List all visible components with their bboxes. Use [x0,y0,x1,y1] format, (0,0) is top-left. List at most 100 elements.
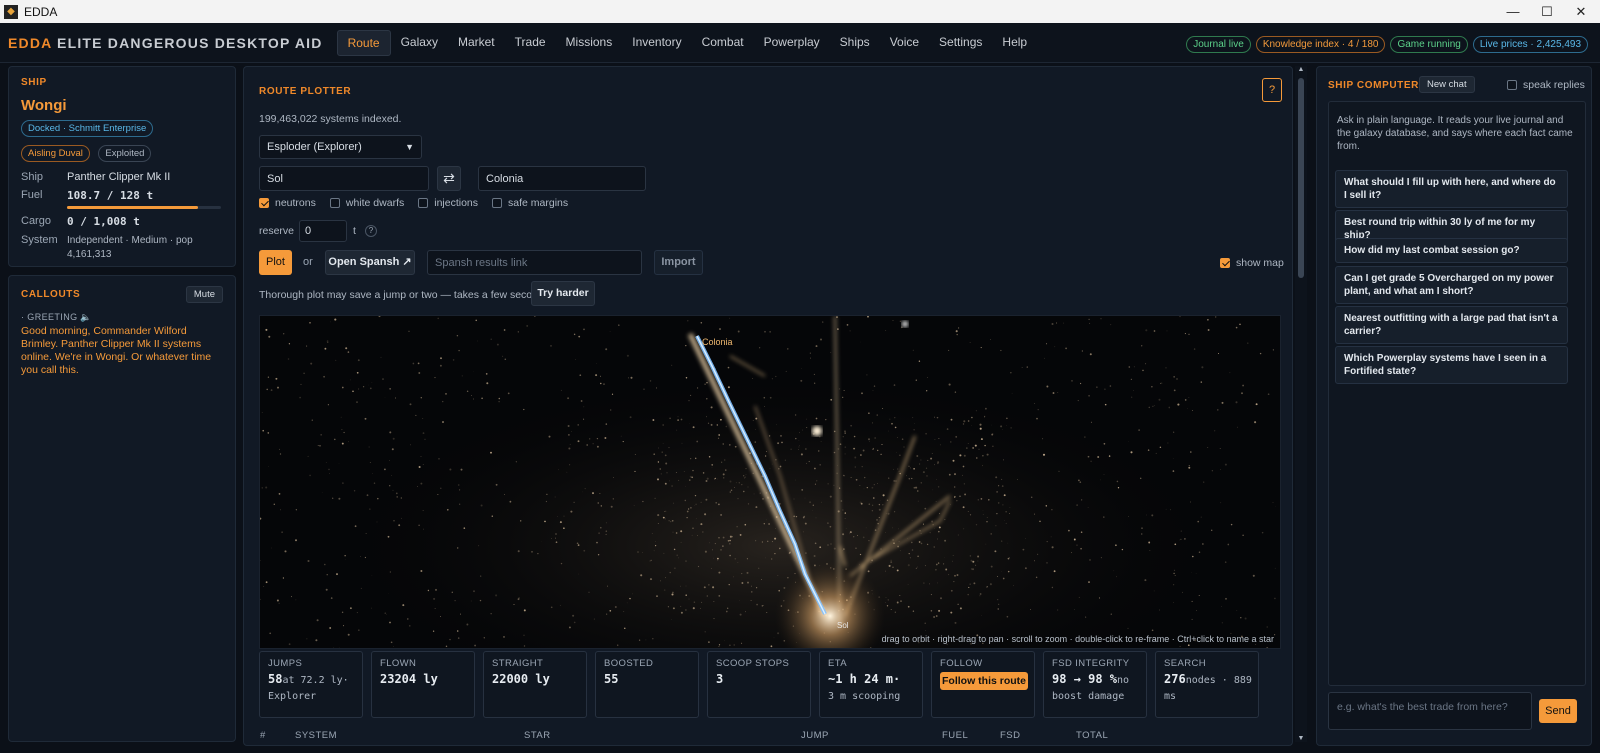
star-point [1144,579,1147,582]
star-point [1078,596,1080,598]
galaxy-map[interactable]: Colonia Sol drag to orbit · right-drag t… [259,315,1281,649]
reserve-help-icon[interactable]: ? [364,225,377,237]
star-point [466,390,469,393]
star-point [630,376,633,379]
send-button[interactable]: Send [1539,699,1577,723]
show-map-checkbox[interactable] [1220,258,1230,269]
galaxy-map-canvas[interactable]: Colonia Sol [260,316,1281,649]
new-chat-button[interactable]: New chat [1419,76,1475,93]
scroll-up-icon[interactable]: ▲ [1295,66,1307,73]
star-point [637,551,639,553]
option-injections[interactable]: injections [418,197,478,209]
star-point [1177,403,1180,406]
tab-settings[interactable]: Settings [929,30,992,56]
tab-trade[interactable]: Trade [505,30,556,56]
tab-market[interactable]: Market [448,30,505,56]
star-point [837,328,839,330]
star-point [1180,538,1182,540]
star-point [746,571,749,574]
follow-route-button[interactable]: Follow this route [940,672,1028,690]
safe-margins-checkbox[interactable] [492,198,503,209]
white-dwarfs-checkbox[interactable] [329,198,340,209]
tab-galaxy[interactable]: Galaxy [391,30,448,56]
suggestion-fill-up[interactable]: What should I fill up with here, and whe… [1335,170,1568,208]
star-point [1207,447,1209,448]
star-point [868,438,870,441]
star-point [704,513,707,516]
tab-missions[interactable]: Missions [556,30,623,56]
star-point [498,400,500,403]
star-point [1202,543,1204,545]
star-point [606,613,608,615]
tab-voice[interactable]: Voice [880,30,929,56]
tab-route[interactable]: Route [336,29,391,56]
star-point [1184,399,1187,401]
star-point [358,388,360,390]
thorough-note: Thorough plot may save a jump or two — t… [259,289,552,301]
star-point [557,516,558,517]
speaker-icon[interactable]: 🔈 [80,312,92,322]
injections-checkbox[interactable] [418,198,429,209]
star-point [944,518,946,520]
help-button[interactable]: ? [1262,78,1282,102]
star-point [463,527,466,529]
swap-arrows-icon[interactable]: ⇄ [437,166,461,191]
star-point [966,447,968,449]
star-point [657,522,659,524]
speak-replies-toggle[interactable]: speak replies [1507,79,1585,91]
option-white-dwarfs[interactable]: white dwarfs [329,197,404,209]
star-point [295,509,297,511]
star-point [739,533,742,536]
star-point [473,371,474,372]
star-point [1272,502,1274,503]
from-system-input[interactable]: Sol [259,166,429,191]
star-point [392,437,395,440]
close-icon[interactable]: ✕ [1562,0,1600,23]
star-point [908,553,910,555]
ship-select[interactable]: Esploder (Explorer) ▼ [259,135,422,159]
star-point [1109,385,1112,387]
to-system-input[interactable]: Colonia [478,166,646,191]
star-point [517,550,520,553]
scrollbar-thumb[interactable] [1298,78,1304,278]
col-total: TOTAL [1076,730,1109,741]
star-point [1153,330,1156,332]
mute-button[interactable]: Mute [185,286,223,303]
chat-input[interactable]: e.g. what's the best trade from here? [1328,692,1532,730]
reserve-input[interactable]: 0 [299,220,348,242]
star-point [1044,357,1045,359]
suggestion-powerplay[interactable]: Which Powerplay systems have I seen in a… [1335,346,1568,384]
star-point [982,455,984,457]
star-point [755,506,758,509]
star-point [729,535,732,538]
stat-jumps: JUMPS 58at 72.2 ly· Explorer [259,651,363,718]
tab-combat[interactable]: Combat [692,30,754,56]
star-point [911,520,913,521]
try-harder-button[interactable]: Try harder [531,281,595,306]
import-button[interactable]: Import [654,250,703,275]
route-scrollbar[interactable]: ▲ ▼ [1295,66,1307,742]
suggestion-combat[interactable]: How did my last combat session go? [1335,238,1568,263]
star-point [878,517,880,519]
spansh-link-input[interactable]: Spansh results link [427,250,642,275]
show-map-toggle[interactable]: show map [1220,257,1284,269]
star-point [743,490,745,493]
suggestion-engineering[interactable]: Can I get grade 5 Overcharged on my powe… [1335,266,1568,304]
star-point [268,335,271,338]
tab-ships[interactable]: Ships [830,30,880,56]
star-point [534,316,536,318]
neutrons-checkbox[interactable] [259,198,269,209]
tab-help[interactable]: Help [992,30,1037,56]
speak-replies-checkbox[interactable] [1507,80,1517,91]
option-safe-margins[interactable]: safe margins [492,197,568,209]
star-point [673,548,676,551]
open-spansh-button[interactable]: Open Spansh ↗ [325,250,415,275]
tab-powerplay[interactable]: Powerplay [754,30,830,56]
scroll-down-icon[interactable]: ▼ [1295,735,1307,742]
plot-button[interactable]: Plot [259,250,292,275]
suggestion-outfitting[interactable]: Nearest outfitting with a large pad that… [1335,306,1568,344]
stat-eta: ETA ~1 h 24 m· 3 m scooping [819,651,923,718]
tab-inventory[interactable]: Inventory [622,30,691,56]
star-point [771,558,773,560]
option-neutrons[interactable]: neutrons [259,197,316,209]
